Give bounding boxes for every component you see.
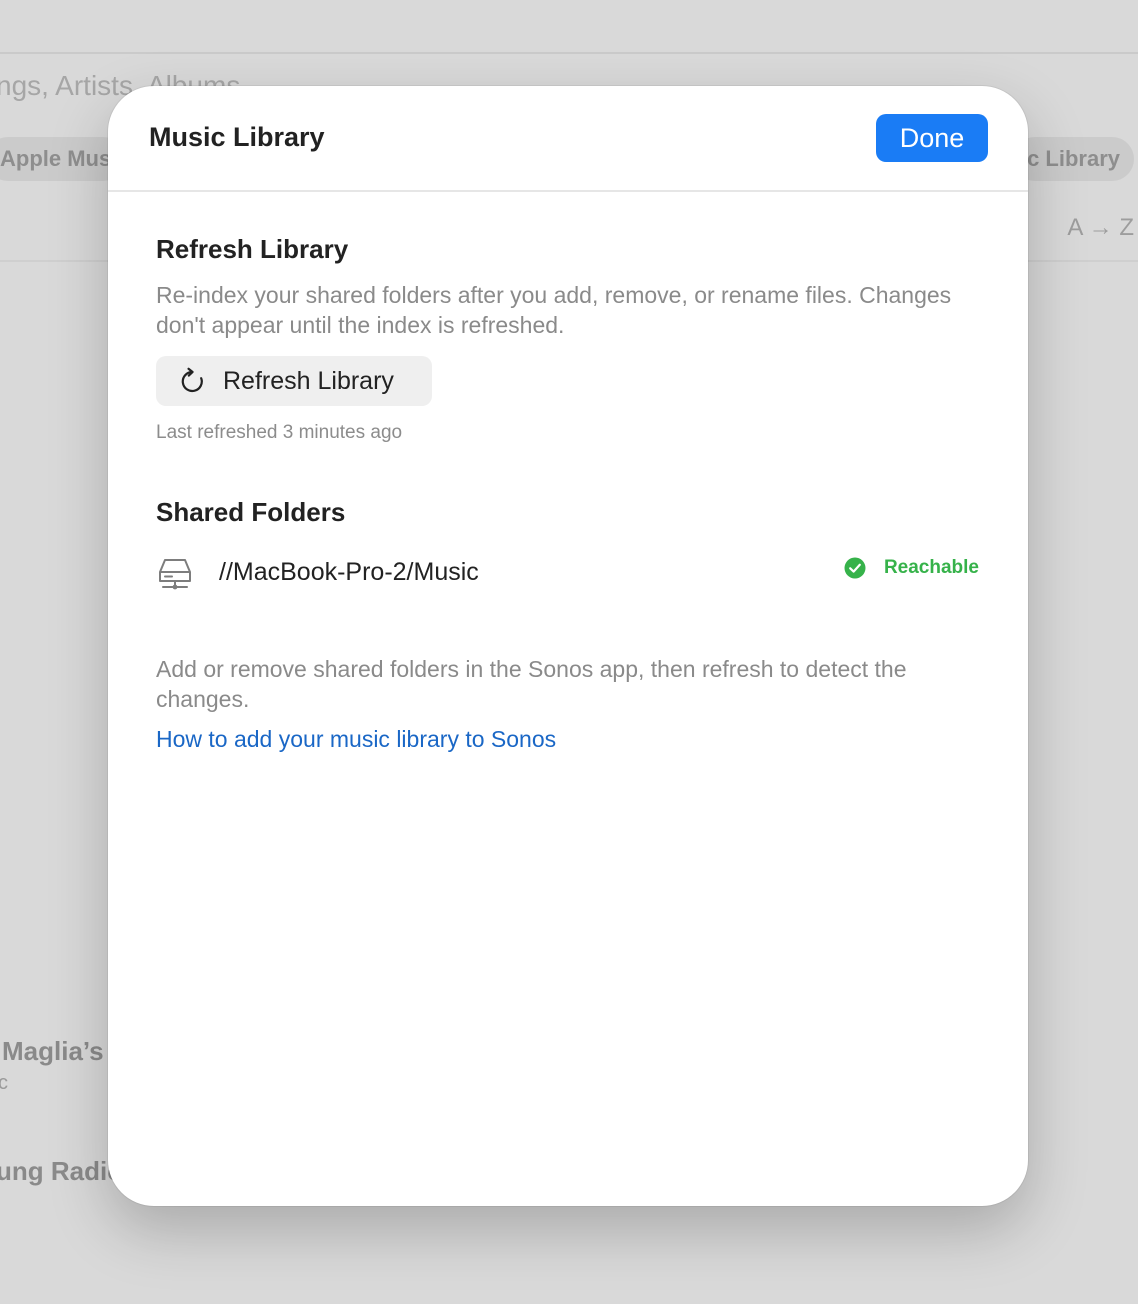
background-list-item-title: ung Radic: [0, 1156, 122, 1186]
refresh-library-button-label: Refresh Library: [223, 367, 394, 395]
background-sort-control: A → Z: [1067, 214, 1134, 241]
dialog-header: Music Library Done: [108, 86, 1028, 192]
shared-folders-heading: Shared Folders: [156, 497, 346, 527]
shared-folders-note: Add or remove shared folders in the Sono…: [156, 656, 907, 712]
last-refreshed-text: Last refreshed 3 minutes ago: [156, 422, 403, 443]
background-list-item-subtitle: c: [0, 1072, 8, 1094]
shared-folder-row: //MacBook-Pro-2/Music Reachable: [156, 548, 986, 598]
refresh-icon: [181, 367, 203, 393]
checkmark-circle-icon: [844, 557, 866, 579]
status-text: Reachable: [883, 557, 979, 578]
dialog-title: Music Library: [149, 122, 325, 152]
background-filter-pill-apple-music: Apple Mus: [0, 137, 126, 181]
refresh-library-heading: Refresh Library: [156, 234, 349, 264]
refresh-library-description: Re-index your shared folders after you a…: [156, 282, 952, 338]
network-drive-icon: [159, 559, 191, 590]
help-link[interactable]: How to add your music library to Sonos: [156, 726, 556, 753]
toolbar-divider: [0, 52, 1138, 54]
shared-folder-path: //MacBook-Pro-2/Music: [219, 558, 479, 586]
status-badge: Reachable: [844, 556, 979, 580]
music-library-dialog: Music Library Done Refresh Library Re-in…: [108, 86, 1028, 1206]
background-list-item-title: Maglia’s: [2, 1036, 104, 1066]
background-filter-pill-music-library: c Library: [1013, 137, 1134, 181]
done-button[interactable]: Done: [876, 114, 988, 162]
refresh-library-button[interactable]: Refresh Library: [156, 356, 432, 406]
